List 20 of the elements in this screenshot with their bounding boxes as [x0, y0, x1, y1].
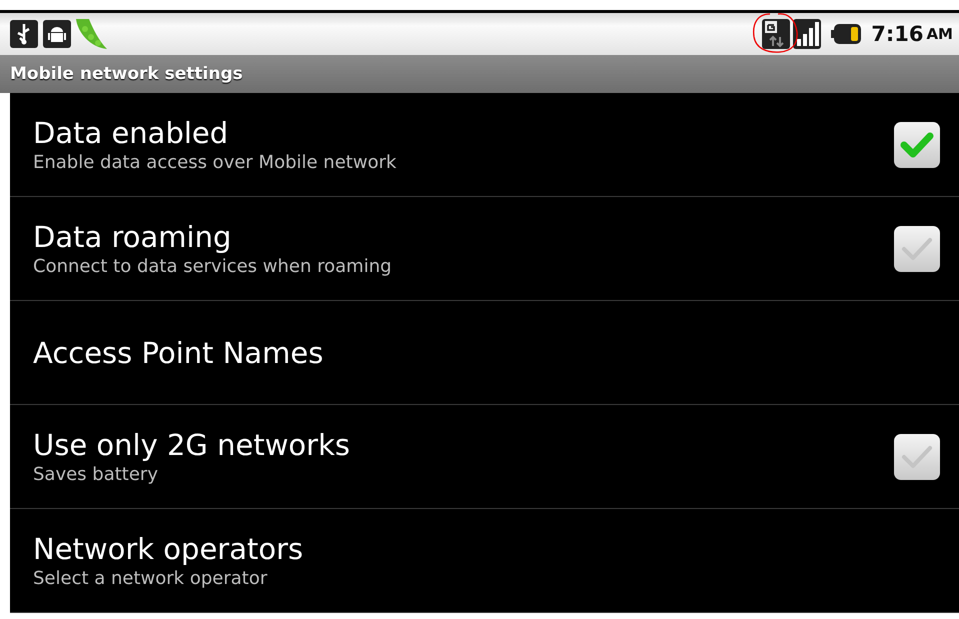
setting-title: Access Point Names	[33, 334, 324, 370]
clock-meridiem: AM	[926, 25, 953, 43]
setting-title: Use only 2G networks	[33, 426, 350, 462]
usb-icon	[10, 20, 38, 48]
data-connection-icon	[762, 19, 790, 49]
setting-title: Network operators	[33, 530, 304, 566]
checkbox[interactable]	[893, 432, 941, 480]
setting-summary: Enable data access over Mobile network	[33, 150, 396, 174]
screen-title: Mobile network settings	[10, 64, 243, 84]
pea-pod-icon	[73, 17, 109, 51]
battery-icon	[831, 24, 862, 44]
signal-icon	[793, 19, 822, 49]
checkbox[interactable]	[893, 120, 941, 168]
setting-summary: Saves battery	[33, 462, 158, 486]
setting-summary: Select a network operator	[33, 566, 268, 590]
checkbox[interactable]	[893, 224, 941, 272]
setting-title: Data enabled	[33, 114, 228, 150]
clock-time: 7:16	[871, 22, 924, 46]
setting-summary: Connect to data services when roaming	[33, 254, 392, 278]
setting-title: Data roaming	[33, 218, 232, 254]
